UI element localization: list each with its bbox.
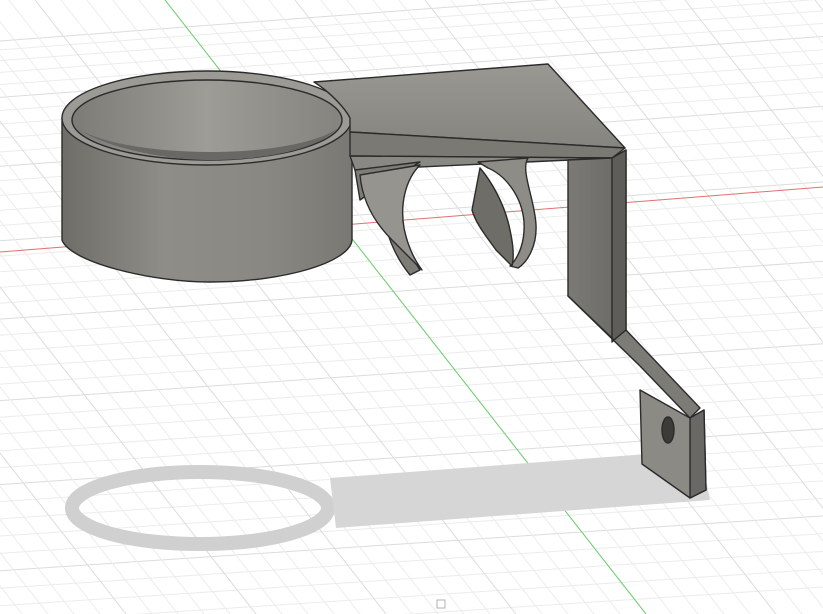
bracket-model[interactable] xyxy=(61,63,707,499)
3d-viewport[interactable] xyxy=(0,0,823,614)
grid-line xyxy=(0,0,671,51)
grid-line xyxy=(0,518,75,614)
mounting-tab-edge xyxy=(689,409,707,499)
grid-line xyxy=(0,10,823,73)
grid-line xyxy=(0,550,823,607)
vertical-arm-side xyxy=(611,149,627,343)
grid-line xyxy=(134,568,823,614)
viewport-canvas[interactable] xyxy=(0,0,823,614)
grid-line xyxy=(0,277,823,336)
grid-line xyxy=(658,0,823,211)
grid-line xyxy=(0,293,823,352)
grid-line xyxy=(736,0,823,111)
origin-marker xyxy=(436,599,446,609)
grid-line xyxy=(0,326,823,385)
grid-line xyxy=(0,551,49,614)
grid-line xyxy=(0,343,823,402)
grid-line xyxy=(0,309,823,369)
mounting-hole xyxy=(661,416,675,444)
